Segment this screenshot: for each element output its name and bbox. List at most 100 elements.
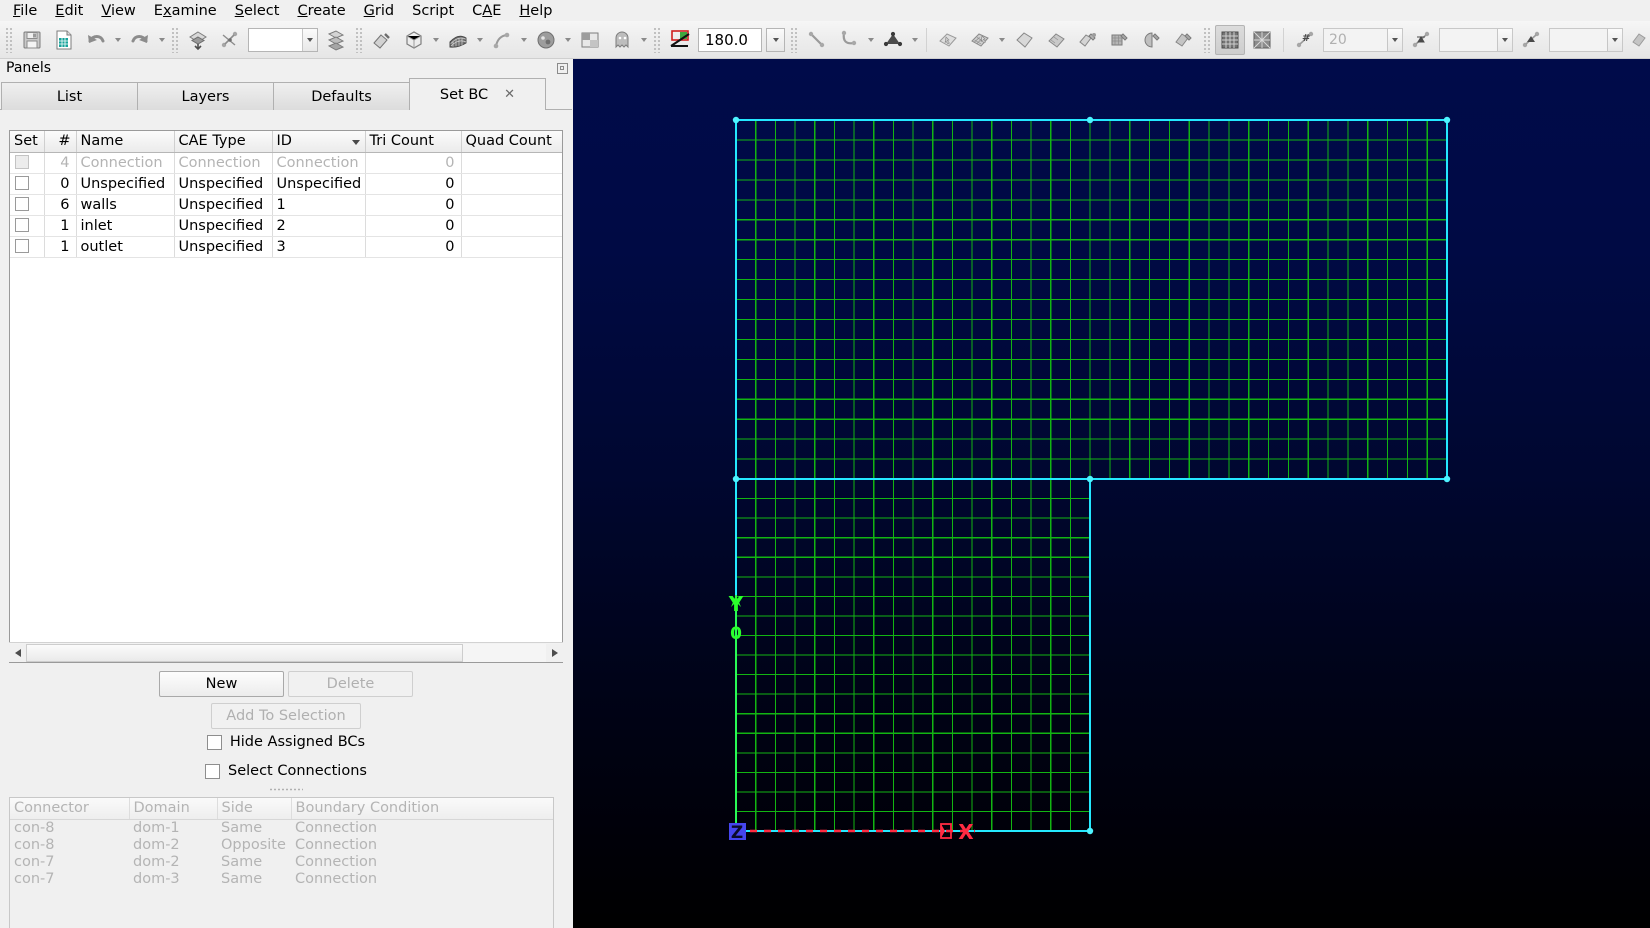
hscroll-track[interactable] bbox=[26, 643, 546, 662]
box-dropdown-arrow[interactable] bbox=[430, 25, 442, 55]
table-row[interactable]: 4 Connection Connection Connection 0 bbox=[10, 152, 562, 174]
toolbar-grip-3[interactable] bbox=[355, 26, 363, 53]
bc-cell-name[interactable]: outlet bbox=[76, 236, 175, 258]
select-connections-checkbox[interactable] bbox=[205, 763, 221, 779]
bc-cell-name[interactable]: Connection bbox=[76, 152, 175, 174]
spacing-icon-a[interactable] bbox=[1406, 25, 1436, 55]
menu-create[interactable]: Create bbox=[288, 2, 354, 20]
blocks-icon[interactable] bbox=[575, 25, 605, 55]
scroll-left-icon[interactable] bbox=[9, 643, 26, 662]
menu-file[interactable]: File bbox=[4, 2, 46, 20]
bc-cell-cae-type[interactable]: Connection bbox=[174, 152, 273, 174]
dimension-icon[interactable]: # bbox=[1290, 25, 1320, 55]
dom-icon[interactable] bbox=[1041, 25, 1071, 55]
tab-layers[interactable]: Layers bbox=[137, 82, 274, 110]
select-connections-row[interactable]: Select Connections bbox=[0, 763, 572, 779]
bc-cell-id[interactable]: Unspecified bbox=[272, 173, 366, 195]
box-icon[interactable] bbox=[399, 25, 429, 55]
curve-icon[interactable] bbox=[487, 25, 517, 55]
bc-col-quad-count[interactable]: Quad Count bbox=[461, 131, 562, 153]
layer-combo[interactable] bbox=[248, 27, 318, 52]
toolbar-grip-1[interactable] bbox=[5, 26, 13, 53]
table-row[interactable]: 1 outlet Unspecified 3 0 bbox=[10, 236, 562, 258]
tab-defaults[interactable]: Defaults bbox=[273, 82, 410, 110]
mesh-display-icon[interactable] bbox=[1247, 25, 1277, 55]
bc-set-checkbox[interactable] bbox=[15, 238, 29, 253]
redo-icon[interactable] bbox=[125, 25, 155, 55]
ghost-icon[interactable] bbox=[607, 25, 637, 55]
delete-button[interactable]: Delete bbox=[288, 671, 413, 697]
merge-icon[interactable] bbox=[1169, 25, 1199, 55]
grid-display-icon[interactable] bbox=[1215, 24, 1245, 55]
solve-tool-icon[interactable] bbox=[1137, 25, 1167, 55]
bc-col-number[interactable]: # bbox=[44, 131, 77, 153]
hscroll-thumb[interactable] bbox=[26, 643, 463, 662]
dom-tool-icon[interactable] bbox=[1073, 25, 1103, 55]
surface-dropdown-arrow[interactable] bbox=[474, 25, 486, 55]
spline-icon[interactable] bbox=[834, 25, 864, 55]
bc-cell-cae-type[interactable]: Unspecified bbox=[174, 236, 273, 258]
bc-cell-id[interactable]: 2 bbox=[272, 215, 366, 237]
line-icon[interactable] bbox=[802, 25, 832, 55]
paint-icon[interactable] bbox=[367, 25, 397, 55]
structured-icon[interactable] bbox=[965, 25, 995, 55]
bc-set-checkbox-cell[interactable] bbox=[10, 236, 45, 258]
export-icon[interactable] bbox=[49, 25, 79, 55]
solver-icon[interactable] bbox=[531, 25, 561, 55]
spacing-icon-b[interactable] bbox=[1516, 25, 1546, 55]
unstructured-icon[interactable] bbox=[1009, 25, 1039, 55]
toolbar-grip-5[interactable] bbox=[790, 26, 798, 53]
bc-col-tri-count[interactable]: Tri Count bbox=[365, 131, 462, 153]
mesh-canvas[interactable]: Y 0 X Z bbox=[573, 59, 1650, 928]
toolbar-grip-6[interactable] bbox=[1203, 26, 1211, 53]
redo-dropdown-arrow[interactable] bbox=[156, 25, 168, 55]
panel-splitter[interactable] bbox=[8, 786, 564, 793]
connection-table-container[interactable]: Connector Domain Side Boundary Condition… bbox=[9, 797, 554, 928]
toolbar-grip-2[interactable] bbox=[171, 26, 179, 53]
bc-table-container[interactable]: Set # Name CAE Type ID Tri Count Quad Co… bbox=[9, 130, 563, 663]
block-tool-icon[interactable] bbox=[1105, 25, 1135, 55]
triangle-icon[interactable] bbox=[878, 25, 908, 55]
bc-set-checkbox[interactable] bbox=[15, 175, 29, 190]
table-row[interactable]: 1 inlet Unspecified 2 0 bbox=[10, 215, 562, 237]
bc-col-id[interactable]: ID bbox=[272, 131, 366, 153]
tab-set-bc[interactable]: Set BC ✕ bbox=[409, 78, 546, 110]
hide-assigned-bcs-row[interactable]: Hide Assigned BCs bbox=[0, 734, 572, 750]
bc-col-set[interactable]: Set bbox=[10, 131, 45, 153]
angle-field[interactable]: 180.0 bbox=[698, 27, 762, 52]
bc-cell-name[interactable]: Unspecified bbox=[76, 173, 175, 195]
bc-set-checkbox[interactable] bbox=[15, 196, 29, 211]
menu-help[interactable]: Help bbox=[510, 2, 561, 20]
surface-mesh-icon[interactable] bbox=[443, 25, 473, 55]
spline-dropdown-arrow[interactable] bbox=[865, 25, 877, 55]
tab-list[interactable]: List bbox=[1, 82, 138, 110]
curve-dropdown-arrow[interactable] bbox=[518, 25, 530, 55]
triangle-dropdown-arrow[interactable] bbox=[909, 25, 921, 55]
bc-cell-id[interactable]: 3 bbox=[272, 236, 366, 258]
menu-examine[interactable]: Examine bbox=[145, 2, 226, 20]
save-icon[interactable] bbox=[17, 25, 47, 55]
add-to-selection-button[interactable]: Add To Selection bbox=[211, 703, 361, 729]
float-panel-icon[interactable] bbox=[557, 62, 568, 74]
transform-icon[interactable] bbox=[215, 25, 245, 55]
scroll-right-icon[interactable] bbox=[546, 643, 563, 662]
bc-set-checkbox[interactable] bbox=[15, 154, 29, 169]
menu-view[interactable]: View bbox=[92, 2, 144, 20]
bc-set-checkbox[interactable] bbox=[15, 217, 29, 232]
bc-set-checkbox-cell[interactable] bbox=[10, 194, 45, 216]
menu-cae[interactable]: CAE bbox=[463, 2, 510, 20]
spacing-combo-b[interactable] bbox=[1549, 27, 1623, 52]
graphics-viewport[interactable]: Y 0 X Z bbox=[573, 59, 1650, 928]
extrude-icon[interactable] bbox=[933, 25, 963, 55]
menu-grid[interactable]: Grid bbox=[355, 2, 403, 20]
bc-col-cae-type[interactable]: CAE Type bbox=[174, 131, 273, 153]
new-button[interactable]: New bbox=[159, 671, 284, 697]
bc-set-checkbox-cell[interactable] bbox=[10, 152, 45, 174]
menu-select[interactable]: Select bbox=[226, 2, 289, 20]
bc-set-checkbox-cell[interactable] bbox=[10, 215, 45, 237]
angle-icon[interactable] bbox=[665, 25, 695, 55]
project-icon[interactable] bbox=[183, 25, 213, 55]
close-icon[interactable]: ✕ bbox=[504, 88, 515, 101]
undo-icon[interactable] bbox=[81, 25, 111, 55]
bc-set-checkbox-cell[interactable] bbox=[10, 173, 45, 195]
